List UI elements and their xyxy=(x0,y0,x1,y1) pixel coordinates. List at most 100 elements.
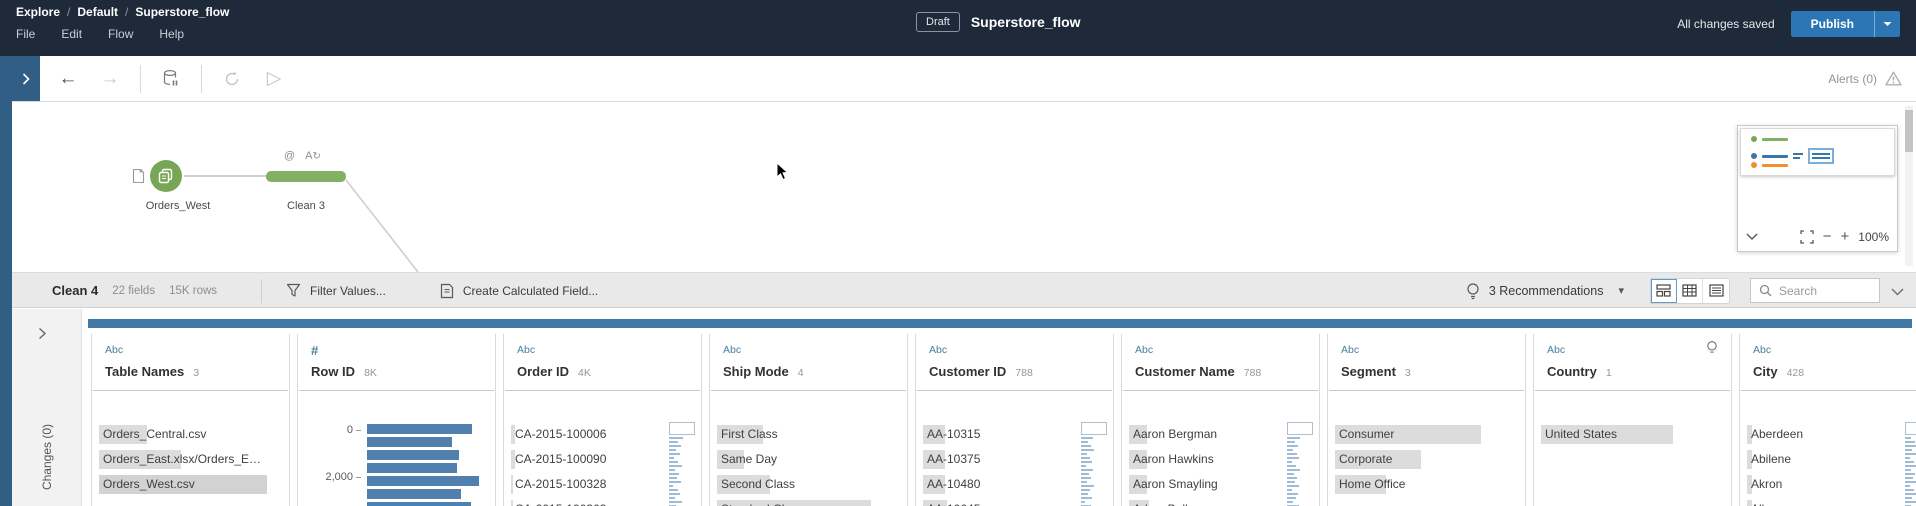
redo-button[interactable]: → xyxy=(98,67,122,91)
field-name[interactable]: Ship Mode xyxy=(723,364,789,379)
histogram-bar[interactable] xyxy=(367,476,480,486)
field-card[interactable]: # Row ID 8K 0 2,000 xyxy=(297,334,496,506)
value-row[interactable]: Aaron Hawkins xyxy=(1129,447,1312,472)
value-row[interactable]: Corporate xyxy=(1335,447,1518,472)
value-row[interactable]: CA-2015-100090 xyxy=(511,447,694,472)
menu-flow[interactable]: Flow xyxy=(108,27,133,41)
publish-button[interactable]: Publish xyxy=(1790,11,1874,37)
mini-scroll-density-strip[interactable] xyxy=(669,422,695,506)
value-row[interactable]: Albuquerque xyxy=(1747,497,1916,506)
value-row[interactable]: Same Day xyxy=(717,447,900,472)
field-type-icon[interactable]: Abc xyxy=(1341,344,1359,356)
profile-view-button[interactable] xyxy=(1651,278,1677,303)
value-row[interactable]: Second Class xyxy=(717,472,900,497)
field-name[interactable]: Segment xyxy=(1341,364,1396,379)
histogram-bar[interactable] xyxy=(367,489,461,499)
pause-data-updates-button[interactable] xyxy=(159,67,183,91)
expand-connections-button[interactable] xyxy=(12,56,40,101)
field-name[interactable]: Customer ID xyxy=(929,364,1006,379)
breadcrumb-default[interactable]: Default xyxy=(77,5,118,19)
menu-file[interactable]: File xyxy=(16,27,35,41)
value-row[interactable]: Standard Class xyxy=(717,497,900,506)
menu-edit[interactable]: Edit xyxy=(61,27,82,41)
scrollbar-thumb[interactable] xyxy=(1905,110,1913,152)
histogram-bar[interactable] xyxy=(367,502,472,506)
value-row[interactable]: Aaron Smayling xyxy=(1129,472,1312,497)
mini-scrollbar-thumb[interactable] xyxy=(1081,422,1107,435)
value-row[interactable]: AA-10645 xyxy=(923,497,1106,506)
minimap[interactable] xyxy=(1740,128,1895,176)
value-row[interactable]: Aberdeen xyxy=(1747,422,1916,447)
field-type-icon[interactable]: Abc xyxy=(105,344,123,356)
value-row[interactable]: CA-2015-100006 xyxy=(511,422,694,447)
menu-help[interactable]: Help xyxy=(159,27,184,41)
value-row[interactable]: Akron xyxy=(1747,472,1916,497)
value-row[interactable]: Orders_West.csv xyxy=(99,472,282,497)
collapse-pane-chevron[interactable] xyxy=(1891,283,1904,301)
field-recommendation[interactable] xyxy=(1706,340,1718,360)
value-row[interactable]: AA-10480 xyxy=(923,472,1106,497)
input-node-orders-west[interactable] xyxy=(150,160,182,192)
field-type-icon[interactable]: Abc xyxy=(723,344,741,356)
value-row[interactable]: CA-2015-100363 xyxy=(511,497,694,506)
flow-canvas[interactable]: Orders_West @ A↻ Clean 3 − + 100% xyxy=(12,102,1916,272)
histogram-bar[interactable] xyxy=(367,463,458,473)
value-row[interactable]: Adam Bellavance xyxy=(1129,497,1312,506)
mini-scrollbar-thumb[interactable] xyxy=(1287,422,1313,435)
histogram-bar[interactable] xyxy=(367,450,460,460)
field-name[interactable]: Row ID xyxy=(311,364,355,379)
field-type-icon[interactable]: Abc xyxy=(1135,344,1153,356)
value-row[interactable]: Consumer xyxy=(1335,422,1518,447)
field-name[interactable]: Table Names xyxy=(105,364,184,379)
create-calculated-field-button[interactable]: Create Calculated Field... xyxy=(440,283,598,299)
value-row[interactable]: First Class xyxy=(717,422,900,447)
fit-screen-icon[interactable] xyxy=(1800,229,1814,244)
breadcrumb-flow[interactable]: Superstore_flow xyxy=(135,5,229,19)
value-row[interactable]: Home Office xyxy=(1335,472,1518,497)
value-row[interactable]: Orders_Central.csv xyxy=(99,422,282,447)
run-flow-button[interactable]: ▷ xyxy=(262,67,286,91)
field-type-icon[interactable]: # xyxy=(311,343,318,358)
field-card[interactable]: Abc Country 1 United States xyxy=(1533,334,1732,506)
value-row[interactable]: AA-10375 xyxy=(923,447,1106,472)
mini-scroll-density-strip[interactable] xyxy=(1905,422,1916,506)
search-input[interactable] xyxy=(1779,283,1869,298)
mini-scrollbar-thumb[interactable] xyxy=(1905,422,1916,435)
zoom-out-button[interactable]: − xyxy=(1823,229,1832,244)
field-name[interactable]: Country xyxy=(1547,364,1597,379)
undo-button[interactable]: ← xyxy=(56,67,80,91)
value-row[interactable]: Aaron Bergman xyxy=(1129,422,1312,447)
filter-values-button[interactable]: Filter Values... xyxy=(286,283,386,298)
chevron-down-icon[interactable] xyxy=(1746,233,1758,240)
refresh-button[interactable] xyxy=(220,67,244,91)
recommendation-bulb-icon[interactable] xyxy=(1706,340,1718,355)
field-card[interactable]: Abc Table Names 3 Orders_Central.csv Orders_… xyxy=(91,334,290,506)
field-card[interactable]: Abc Segment 3 Consumer Corporate Home Office xyxy=(1327,334,1526,506)
histogram-bar[interactable] xyxy=(367,437,453,447)
recommendations-button[interactable]: 3 Recommendations ▾ xyxy=(1466,282,1624,300)
field-card[interactable]: Abc Order ID 4K CA-2015-100006 CA-2015-10009… xyxy=(503,334,702,506)
alerts-indicator[interactable]: Alerts (0) xyxy=(1828,56,1902,101)
field-card[interactable]: Abc Customer Name 788 Aaron Bergman Aaron Ha… xyxy=(1121,334,1320,506)
canvas-vertical-scrollbar[interactable] xyxy=(1905,106,1913,266)
field-name[interactable]: Order ID xyxy=(517,364,569,379)
value-row[interactable]: Orders_East.xlsx/Orders_E… xyxy=(99,447,282,472)
mini-scroll-density-strip[interactable] xyxy=(1287,422,1313,506)
field-card[interactable]: Abc Customer ID 788 AA-10315 AA-10375 AA-1048… xyxy=(915,334,1114,506)
profile-horizontal-scrollbar[interactable] xyxy=(88,319,1912,328)
field-name[interactable]: City xyxy=(1753,364,1778,379)
field-name[interactable]: Customer Name xyxy=(1135,364,1235,379)
value-row[interactable]: CA-2015-100328 xyxy=(511,472,694,497)
field-card[interactable]: Abc Ship Mode 4 First Class Same Day Second C… xyxy=(709,334,908,506)
publish-dropdown-button[interactable] xyxy=(1874,11,1900,37)
field-type-icon[interactable]: Abc xyxy=(1753,344,1771,356)
clean-step-node[interactable] xyxy=(266,171,346,182)
minimap-viewport[interactable] xyxy=(1808,148,1834,164)
mini-scroll-density-strip[interactable] xyxy=(1081,422,1107,506)
zoom-in-button[interactable]: + xyxy=(1841,229,1850,244)
breadcrumb-explore[interactable]: Explore xyxy=(16,5,60,19)
mini-scrollbar-thumb[interactable] xyxy=(669,422,695,435)
list-view-button[interactable] xyxy=(1703,278,1729,303)
histogram-bar[interactable] xyxy=(367,424,473,434)
field-card[interactable]: Abc City 428 Aberdeen Abilene Akron Albuquerqu… xyxy=(1739,334,1916,506)
